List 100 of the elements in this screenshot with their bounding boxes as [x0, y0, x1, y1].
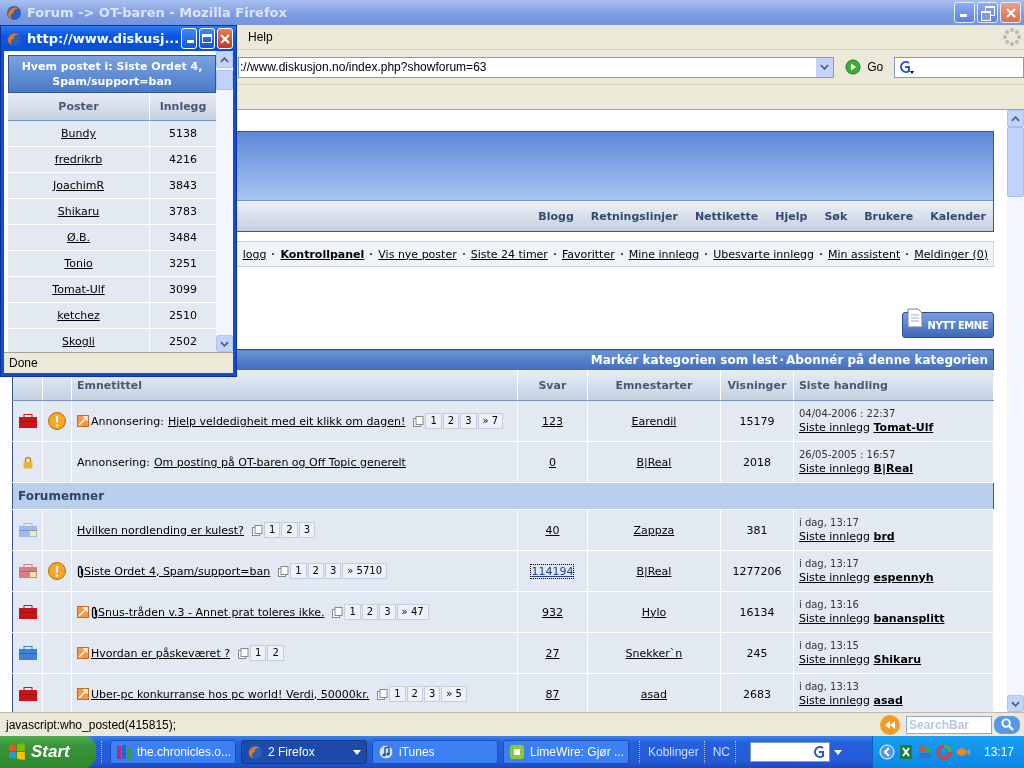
- header-nav-link[interactable]: Hjelp: [775, 209, 808, 223]
- replies-link[interactable]: 932: [541, 605, 563, 619]
- user-nav-link[interactable]: Mine innlegg: [628, 247, 700, 261]
- scrollbar-thumb[interactable]: [1007, 127, 1024, 197]
- scroll-down-button[interactable]: [1007, 695, 1024, 712]
- last-poster-link[interactable]: brd: [873, 530, 895, 543]
- page-link[interactable]: 3: [324, 563, 342, 579]
- poster-link[interactable]: Tomat-Ulf: [52, 283, 105, 296]
- starter-link[interactable]: Snekker`n: [625, 646, 683, 660]
- close-button[interactable]: [1000, 2, 1021, 23]
- scrollbar-thumb[interactable]: [216, 70, 233, 90]
- taskbar-button[interactable]: the.chronicles.o...: [110, 740, 236, 764]
- header-nav-link[interactable]: Retningslinjer: [590, 209, 678, 223]
- last-post-link[interactable]: Siste innlegg: [798, 421, 871, 434]
- replies-link[interactable]: 123: [541, 414, 563, 428]
- last-post-link[interactable]: Siste innlegg: [798, 530, 871, 543]
- topic-link[interactable]: Om posting på OT-baren og Off Topic generelt: [153, 455, 406, 469]
- last-post-link[interactable]: Siste innlegg: [798, 462, 871, 475]
- page-link[interactable]: 3: [460, 413, 477, 429]
- rewind-button[interactable]: [880, 714, 900, 735]
- search-field[interactable]: SearchBar: [906, 715, 992, 734]
- last-poster-link[interactable]: Shikaru: [873, 653, 922, 666]
- header-nav-link[interactable]: Kalender: [930, 209, 986, 223]
- page-link[interactable]: » 5: [441, 686, 467, 702]
- last-poster-link[interactable]: B|Real: [873, 462, 914, 475]
- poster-link[interactable]: fredrikrb: [54, 153, 103, 166]
- page-link[interactable]: 3: [298, 522, 316, 538]
- topic-link[interactable]: Snus-tråden v.3 - Annet prat toleres ikke.: [98, 605, 325, 619]
- last-post-link[interactable]: Siste innlegg: [798, 653, 871, 666]
- header-nav-link[interactable]: Nettikette: [694, 209, 759, 223]
- page-link[interactable]: 3: [379, 604, 396, 620]
- chevron-left-icon[interactable]: [878, 744, 895, 760]
- taskbar-button[interactable]: 2 Firefox: [241, 740, 367, 764]
- replies-link[interactable]: 40: [545, 523, 560, 537]
- taskbar-button[interactable]: iTunes: [372, 740, 498, 764]
- page-link[interactable]: 1: [290, 563, 307, 579]
- user-nav-link[interactable]: Siste 24 timer: [470, 247, 548, 261]
- start-button[interactable]: Start: [0, 736, 96, 768]
- replies-link[interactable]: 27: [545, 646, 560, 660]
- page-link[interactable]: 2: [442, 413, 460, 429]
- user-nav-link[interactable]: Favoritter: [561, 247, 615, 261]
- page-link[interactable]: » 47: [396, 604, 429, 620]
- user-nav-link[interactable]: Vis nye poster: [378, 247, 457, 261]
- starter-link[interactable]: asad: [640, 687, 667, 701]
- replies-link[interactable]: 0: [548, 455, 556, 469]
- scrollbar[interactable]: [1007, 110, 1024, 712]
- last-poster-link[interactable]: banansplitt: [873, 612, 945, 625]
- topic-link[interactable]: Hvilken nordlending er kulest?: [77, 523, 244, 537]
- go-button[interactable]: Go: [842, 57, 887, 77]
- scrollbar[interactable]: [216, 51, 233, 352]
- mark-read-link[interactable]: Markér kategorien som lest: [590, 353, 778, 367]
- user-nav-link[interactable]: Min assistent: [827, 247, 901, 261]
- toolbar-label[interactable]: NC: [712, 745, 731, 759]
- toolbar-label[interactable]: Koblinger: [648, 745, 699, 759]
- last-poster-link[interactable]: espennyh: [873, 571, 934, 584]
- last-post-link[interactable]: Siste innlegg: [798, 612, 871, 625]
- poster-link[interactable]: Shikaru: [57, 205, 100, 218]
- caret-icon[interactable]: [834, 749, 843, 755]
- page-link[interactable]: 1: [263, 522, 281, 538]
- page-link[interactable]: 1: [250, 645, 267, 661]
- page-link[interactable]: 2: [406, 686, 423, 702]
- topic-link[interactable]: Uber-pc konkurranse hos pc world! Verdi, 50000kr.: [91, 687, 370, 701]
- topic-link[interactable]: Hvordan er påskeværet ?: [91, 646, 231, 660]
- user-nav-link[interactable]: Ubesvarte innlegg: [713, 247, 814, 261]
- starter-link[interactable]: B|Real: [636, 564, 672, 578]
- poster-link[interactable]: Skogli: [62, 335, 95, 348]
- page-link[interactable]: 1: [425, 413, 442, 429]
- starter-link[interactable]: Zappza: [633, 523, 675, 537]
- page-link[interactable]: 2: [361, 604, 379, 620]
- menu-item[interactable]: Help: [248, 30, 273, 44]
- scroll-up-button[interactable]: [1007, 110, 1024, 127]
- page-link[interactable]: » 5710: [342, 563, 388, 579]
- starter-link[interactable]: Earendil: [631, 414, 677, 428]
- replies-link[interactable]: 87: [545, 687, 560, 701]
- search-field[interactable]: [894, 56, 1024, 78]
- page-link[interactable]: 2: [307, 563, 324, 579]
- header-nav-link[interactable]: Brukere: [864, 209, 914, 223]
- page-link[interactable]: 2: [267, 645, 284, 661]
- ring-icon[interactable]: [935, 744, 952, 760]
- poster-link[interactable]: Tonio: [64, 257, 93, 270]
- page-link[interactable]: » 7: [477, 413, 504, 429]
- minimize-button[interactable]: [954, 2, 975, 23]
- poster-link[interactable]: Ø.B.: [66, 231, 91, 244]
- scroll-up-button[interactable]: [216, 51, 233, 68]
- starter-link[interactable]: B|Real: [636, 455, 672, 469]
- user-nav-link[interactable]: Meldinger (0): [914, 247, 988, 261]
- starter-link[interactable]: Hylo: [641, 605, 667, 619]
- last-post-link[interactable]: Siste innlegg: [798, 571, 871, 584]
- address-field[interactable]: ://www.diskusjon.no/index.php?showforum=63: [238, 56, 835, 78]
- poster-link[interactable]: ketchez: [57, 309, 100, 322]
- topic-link[interactable]: Hjelp veldedigheit med eit klikk om dagen!: [167, 414, 406, 428]
- last-poster-link[interactable]: asad: [873, 694, 903, 707]
- taskbar-button[interactable]: LimeWire: Gjør ...: [503, 740, 629, 764]
- subscribe-link[interactable]: Abonnér på denne kategorien: [786, 353, 988, 367]
- poster-link[interactable]: JoachimR: [52, 179, 105, 192]
- spreadsheet-icon[interactable]: [897, 744, 914, 760]
- header-nav-link[interactable]: Søk: [824, 209, 848, 223]
- topic-link[interactable]: Siste Ordet 4, Spam/support=ban: [84, 564, 271, 578]
- page-link[interactable]: 2: [281, 522, 298, 538]
- poster-link[interactable]: Bundy: [61, 127, 96, 140]
